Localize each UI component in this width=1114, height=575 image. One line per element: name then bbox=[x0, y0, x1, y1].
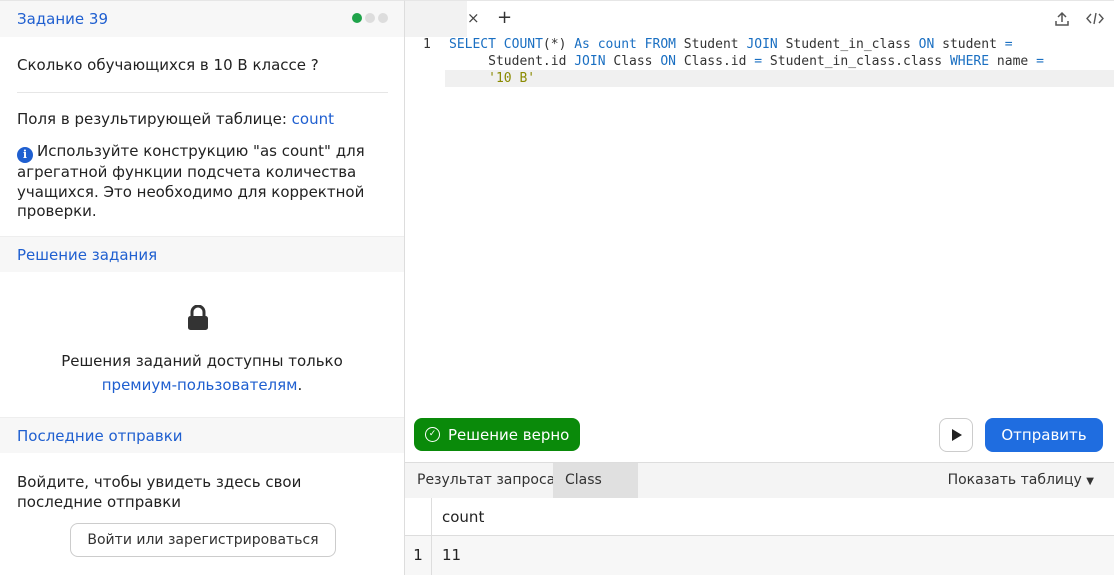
premium-link[interactable]: премиум-пользователям bbox=[102, 376, 298, 394]
divider bbox=[17, 92, 388, 93]
info-text: Используйте конструкцию "as count" для а… bbox=[17, 142, 365, 220]
code-icon[interactable] bbox=[1085, 11, 1105, 26]
fields-label: Поля в результирующей таблице: bbox=[17, 110, 287, 128]
dot bbox=[378, 13, 388, 23]
dot bbox=[365, 13, 375, 23]
code-token: Student bbox=[675, 37, 747, 52]
task-header: Задание 39 bbox=[0, 1, 404, 37]
premium-line: премиум-пользователям. bbox=[0, 376, 404, 394]
lock-icon bbox=[188, 305, 208, 330]
show-table-label: Показать таблицу bbox=[947, 472, 1082, 488]
code-token: ON bbox=[918, 37, 935, 52]
code-token: = bbox=[1036, 54, 1044, 69]
line-number: 1 bbox=[423, 37, 431, 52]
check-circle-icon: ✓ bbox=[425, 427, 440, 442]
code-token: = bbox=[754, 54, 763, 69]
code-token: Class bbox=[605, 54, 661, 69]
cell: 11 bbox=[442, 546, 462, 564]
code-token: name bbox=[989, 54, 1037, 69]
editor-panel: × + 1 SELECT COUNT(*) As count FROM Stud… bbox=[405, 0, 1114, 575]
code-token: Student_in_class bbox=[777, 37, 919, 52]
code-line: '10 B' bbox=[449, 70, 535, 87]
caret-down-icon: ▼ bbox=[1086, 476, 1094, 487]
solution-header[interactable]: Решение задания bbox=[0, 236, 404, 272]
task-title: Задание 39 bbox=[17, 10, 109, 28]
info-icon: i bbox=[17, 147, 33, 163]
info-note: i Используйте конструкцию "as count" для … bbox=[17, 142, 377, 222]
row-index: 1 bbox=[405, 536, 432, 575]
code-token: (*) bbox=[542, 37, 575, 52]
column-header: count bbox=[442, 508, 485, 526]
code-token: JOIN bbox=[574, 54, 606, 69]
code-token: ON bbox=[660, 54, 676, 69]
code-token: '10 B' bbox=[449, 71, 536, 86]
run-button[interactable] bbox=[939, 418, 973, 452]
question: Сколько обучающихся в 10 В классе ? bbox=[17, 56, 319, 74]
send-button[interactable]: Отправить bbox=[985, 418, 1103, 452]
code-token: Student_in_class.class bbox=[762, 54, 950, 69]
status-badge: ✓ Решение верно bbox=[414, 418, 581, 451]
result-fields: Поля в результирующей таблице: count bbox=[17, 110, 334, 128]
table-row: 1 11 bbox=[405, 536, 1114, 575]
index-header bbox=[405, 498, 432, 535]
submissions-header[interactable]: Последние отправки bbox=[0, 417, 404, 453]
table-header: count bbox=[405, 498, 1114, 536]
tab-class[interactable]: Class bbox=[553, 463, 638, 498]
suffix: . bbox=[297, 376, 303, 394]
upload-icon[interactable] bbox=[1055, 11, 1069, 26]
progress-dots bbox=[349, 11, 388, 27]
code-token: WHERE bbox=[949, 54, 990, 69]
code-token: = bbox=[1004, 37, 1013, 52]
code-line: SELECT COUNT(*) As count FROM Student JO… bbox=[449, 36, 1013, 53]
task-panel: Задание 39 Сколько обучающихся в 10 В кл… bbox=[0, 0, 405, 575]
code-token: JOIN bbox=[746, 37, 778, 52]
tab-query-result[interactable]: Результат запроса bbox=[405, 463, 567, 498]
code-token: SELECT COUNT bbox=[449, 37, 543, 52]
code-token: As count FROM bbox=[574, 37, 676, 52]
active-line bbox=[445, 70, 1114, 87]
code-line: Student.id JOIN Class ON Class.id = Stud… bbox=[449, 53, 1044, 70]
fields-value: count bbox=[291, 110, 334, 128]
show-table-dropdown[interactable]: Показать таблицу ▼ bbox=[948, 463, 1094, 499]
code-token: student bbox=[934, 37, 1005, 52]
code-token: Student.id bbox=[449, 54, 575, 69]
result-tabs: Результат запроса Class Показать таблицу… bbox=[405, 462, 1114, 498]
editor-tab[interactable] bbox=[405, 1, 467, 37]
dot bbox=[352, 13, 362, 23]
close-tab-icon[interactable]: × bbox=[467, 9, 480, 27]
login-button[interactable]: Войти или зарегистрироваться bbox=[70, 523, 336, 557]
submissions-text: Войдите, чтобы увидеть здесь свои послед… bbox=[17, 473, 302, 511]
editor-tabbar: × + bbox=[405, 0, 1114, 37]
solution-locked-text: Решения заданий доступны только bbox=[61, 352, 343, 370]
add-tab-icon[interactable]: + bbox=[497, 7, 512, 28]
status-label: Решение верно bbox=[448, 425, 570, 444]
code-token: Class.id bbox=[676, 54, 755, 69]
